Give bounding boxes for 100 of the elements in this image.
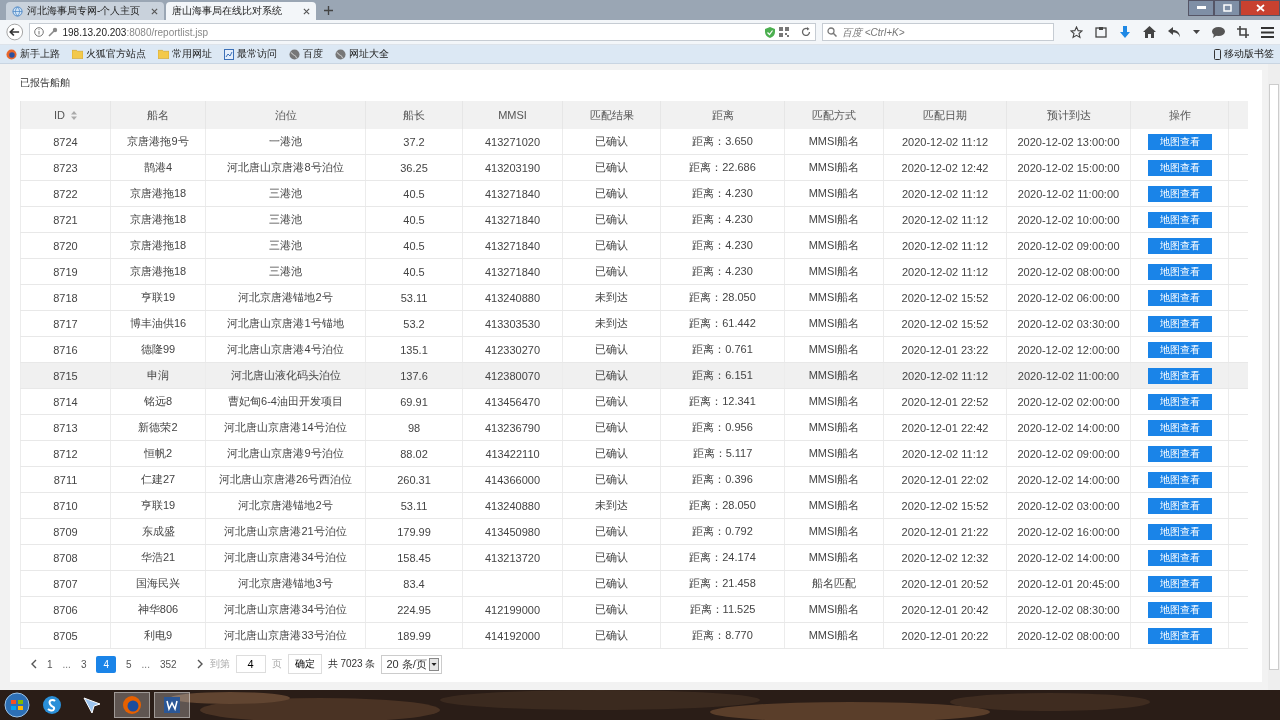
bookmark-item[interactable]: 常用网址 xyxy=(158,47,212,61)
table-cell: 8707 xyxy=(53,577,78,590)
search-field[interactable]: 百度 <Ctrl+K> xyxy=(822,23,1054,41)
table-row[interactable]: 8723 鹊港4 河北唐山京唐港8号泊位 36.25 413203190 已确认 距离：22.686 MMSI船名 2020-12-02 12:42 2020-12-02 15:00:00 地图查看 xyxy=(20,154,1248,181)
map-view-button[interactable]: 地图查看 xyxy=(1147,393,1212,410)
next-page-icon[interactable] xyxy=(196,659,204,669)
map-view-button[interactable]: 地图查看 xyxy=(1147,185,1212,202)
table-row[interactable]: 8711 仁建27 河北唐山京唐港26号西泊位 260.31 414366000 已确认 距离：0.396 MMSI船名 2020-12-01 22:02 2020-12-02 14:00:00 地图查看 xyxy=(20,466,1248,493)
shield-icon[interactable] xyxy=(765,26,775,38)
back-icon[interactable] xyxy=(6,23,24,41)
map-view-button[interactable]: 地图查看 xyxy=(1147,263,1212,280)
browser-tab[interactable]: 河北海事局专网-个人主页 xyxy=(6,2,164,20)
map-view-button[interactable]: 地图查看 xyxy=(1147,575,1212,592)
map-view-button[interactable]: 地图查看 xyxy=(1147,419,1212,436)
map-view-button[interactable]: 地图查看 xyxy=(1147,601,1212,618)
clipboard-icon[interactable] xyxy=(1095,26,1107,38)
crop-icon[interactable] xyxy=(1237,26,1249,38)
bookmark-item[interactable]: 最常访问 xyxy=(224,47,277,61)
table-row[interactable]: 8719 京唐港拖18 三港池 40.5 413271840 已确认 距离：4.230 MMSI船名 2020-12-02 11:12 2020-12-02 08:00:00 地图查看 xyxy=(20,258,1248,285)
table-row[interactable]: 8722 京唐港拖18 三港池 40.5 413271840 已确认 距离：4.230 MMSI船名 2020-12-02 11:12 2020-12-02 11:00:00 地图查看 xyxy=(20,180,1248,207)
dropdown-icon[interactable] xyxy=(428,657,439,671)
table-cell: 2020-12-02 14:00:00 xyxy=(1017,551,1120,564)
bookmark-item[interactable]: 火狐官方站点 xyxy=(72,47,146,61)
table-row[interactable]: 8709 东成盛 河北唐山京唐港21号泊位 179.99 413450980 已确认 距离：0.792 MMSI船名 2020-12-01 21:22 2020-12-02 16:00:00 地图查看 xyxy=(20,518,1248,545)
map-view-button[interactable]: 地图查看 xyxy=(1147,367,1212,384)
map-view-button[interactable]: 地图查看 xyxy=(1147,237,1212,254)
new-tab-icon[interactable] xyxy=(324,6,333,15)
page-number[interactable]: 3 xyxy=(76,656,91,672)
table-row[interactable]: 8706 神华806 河北唐山京唐港34号泊位 224.95 412199000 已确认 距离：11.525 MMSI船名 2020-12-01 20:42 2020-12-02 08:30:00 地图查看 xyxy=(20,596,1248,623)
start-icon[interactable] xyxy=(4,692,30,718)
close-icon[interactable] xyxy=(151,7,158,15)
map-view-button[interactable]: 地图查看 xyxy=(1147,627,1212,644)
download-icon[interactable] xyxy=(1119,25,1131,39)
table-row[interactable]: 8718 亨联19 河北京唐港锚地2号 53.11 413240880 未到达 距离：28.050 MMSI船名 2020-12-02 15:52 2020-12-02 06:00:00 地图查看 xyxy=(20,284,1248,311)
bookmark-item[interactable]: 百度 xyxy=(289,47,323,61)
map-view-button[interactable]: 地图查看 xyxy=(1147,445,1212,462)
table-row[interactable]: 8705 利电9 河北唐山京唐港33号泊位 189.99 414192000 已确认 距离：8.770 MMSI船名 2020-12-01 20:22 2020-12-02 08:00:00 地图查看 xyxy=(20,622,1248,649)
address-bar[interactable]: 198.13.20.203:8080/reportlist.jsp xyxy=(29,23,816,41)
map-view-button[interactable]: 地图查看 xyxy=(1147,159,1212,176)
page-number[interactable]: 5 xyxy=(122,656,136,672)
map-view-button[interactable]: 地图查看 xyxy=(1147,471,1212,488)
table-row[interactable]: 8712 恒帆2 河北唐山京唐港9号泊位 88.02 413422110 已确认 距离：5.117 MMSI船名 2020-12-02 11:12 2020-12-02 09:00:00 地图查看 xyxy=(20,440,1248,467)
chat-icon[interactable] xyxy=(1212,26,1225,38)
map-view-button[interactable]: 地图查看 xyxy=(1147,523,1212,540)
table-cell: 仁建27 xyxy=(140,473,176,485)
table-cell: 8706 xyxy=(53,603,78,616)
table-cell: 已确认 xyxy=(595,369,628,381)
bookmark-item[interactable]: 新手上路 xyxy=(6,47,60,61)
table-cell: 224.95 xyxy=(397,603,431,616)
star-icon[interactable] xyxy=(1070,25,1083,39)
table-cell: 53.11 xyxy=(400,499,428,512)
home-icon[interactable] xyxy=(1143,26,1156,38)
reload-icon[interactable] xyxy=(801,27,811,37)
map-view-button[interactable]: 地图查看 xyxy=(1147,211,1212,228)
table-row[interactable]: 8724 京唐港拖9号 一港池 37.2 413271020 已确认 距离：3.650 MMSI船名 2020-12-02 11:12 2020-12-02 13:00:00 地图查看 xyxy=(20,129,1248,155)
table-cell: 距离：21.458 xyxy=(689,577,756,589)
caret-icon[interactable] xyxy=(1193,30,1200,34)
taskbar-app-icon[interactable] xyxy=(154,692,190,718)
map-view-button[interactable]: 地图查看 xyxy=(1147,497,1212,514)
map-view-button[interactable]: 地图查看 xyxy=(1147,315,1212,332)
map-view-button[interactable]: 地图查看 xyxy=(1147,549,1212,566)
table-cell: 2020-12-02 11:12 xyxy=(901,239,988,252)
table-row[interactable]: 8721 京唐港拖18 三港池 40.5 413271840 已确认 距离：4.230 MMSI船名 2020-12-02 11:12 2020-12-02 10:00:00 地图查看 xyxy=(20,206,1248,233)
table-row[interactable]: 8714 铭远8 曹妃甸6-4油田开发项目 69.91 413456470 已确认 距离：12.341 MMSI船名 2020-12-01 22:52 2020-12-02 02:00:00 地图查看 xyxy=(20,388,1248,415)
qr-code-icon[interactable] xyxy=(779,27,789,37)
page-number[interactable]: 1 xyxy=(43,656,57,672)
table-row[interactable]: 8713 新德荣2 河北唐山京唐港14号泊位 98 413236790 已确认 距离：0.956 MMSI船名 2020-12-01 22:42 2020-12-02 14:00:00 地图查看 xyxy=(20,414,1248,441)
map-view-button[interactable]: 地图查看 xyxy=(1147,289,1212,306)
info-icon[interactable] xyxy=(34,27,45,37)
confirm-button[interactable]: 确定 xyxy=(287,654,322,674)
maximize-button[interactable] xyxy=(1214,0,1240,16)
scrollbar[interactable] xyxy=(1268,64,1280,690)
map-view-button[interactable]: 地图查看 xyxy=(1147,341,1212,358)
minimize-button[interactable] xyxy=(1188,0,1214,16)
page-size-select[interactable]: 20 条/页 xyxy=(381,654,442,674)
table-row[interactable]: 8710 亨联19 河北京唐港锚地2号 53.11 413240880 未到达 距离：28.050 MMSI船名 2020-12-02 15:52 2020-12-02 03:00:00 地图查看 xyxy=(20,492,1248,519)
table-row[interactable]: 8717 博丰油供16 河北唐山京唐港1号锚地 53.2 413303530 未到达 距离：61.442 MMSI船名 2020-12-02 15:52 2020-12-02 03:30:00 地图查看 xyxy=(20,310,1248,337)
map-view-button[interactable]: 地图查看 xyxy=(1147,133,1212,150)
close-icon[interactable] xyxy=(303,7,310,15)
bookmark-item[interactable]: 网址大全 xyxy=(335,47,389,61)
page-ellipsis: ... xyxy=(62,658,71,670)
bookmark-item[interactable]: 移动版书签 xyxy=(1214,47,1274,61)
table-row[interactable]: 8720 京唐港拖18 三港池 40.5 413271840 已确认 距离：4.230 MMSI船名 2020-12-02 11:12 2020-12-02 09:00:00 地图查看 xyxy=(20,232,1248,259)
table-row[interactable]: 8708 华浩21 河北唐山京唐港34号泊位 158.45 413213720 已确认 距离：24.174 MMSI船名 2020-12-02 12:32 2020-12-02 14:00:00 地图查看 xyxy=(20,544,1248,571)
close-button[interactable] xyxy=(1240,0,1280,16)
browser-tab[interactable]: 唐山海事局在线比对系统 xyxy=(166,2,316,20)
column-header: 匹配日期 xyxy=(883,101,1007,129)
menu-icon[interactable] xyxy=(1261,26,1274,38)
page-input[interactable]: 4 xyxy=(235,655,266,673)
table-cell: 已确认 xyxy=(595,525,628,537)
column-header[interactable]: ID xyxy=(20,101,111,129)
table-row[interactable]: 8716 德隆99 河北唐山京唐港4号泊位 135.1 412330270 已确认 距离：0.761 MMSI船名 2020-12-01 23:22 2020-12-02 12:00:00 地图查看 xyxy=(20,336,1248,363)
table-cell: 2020-12-02 14:00:00 xyxy=(1017,421,1120,434)
undo-icon[interactable] xyxy=(1168,26,1181,38)
previous-page-icon[interactable] xyxy=(30,659,37,669)
page-number[interactable]: 352 xyxy=(155,656,181,672)
table-row[interactable]: 8707 国海民兴 河北京唐港锚地3号 83.4 已确认 距离：21.458 船名匹配 2020-12-01 20:52 2020-12-01 20:45:00 地图查看 xyxy=(20,570,1248,597)
page-number[interactable]: 4 xyxy=(96,655,117,673)
table-row[interactable]: 8715 申润 河北唐山液化码头泊位 137.6 412380070 已确认 距离：6.151 MMSI船名 2020-12-02 11:12 2020-12-02 11:00:00 地图查看 xyxy=(20,362,1248,389)
table-cell: 河北唐山京唐港14号泊位 xyxy=(224,421,347,433)
